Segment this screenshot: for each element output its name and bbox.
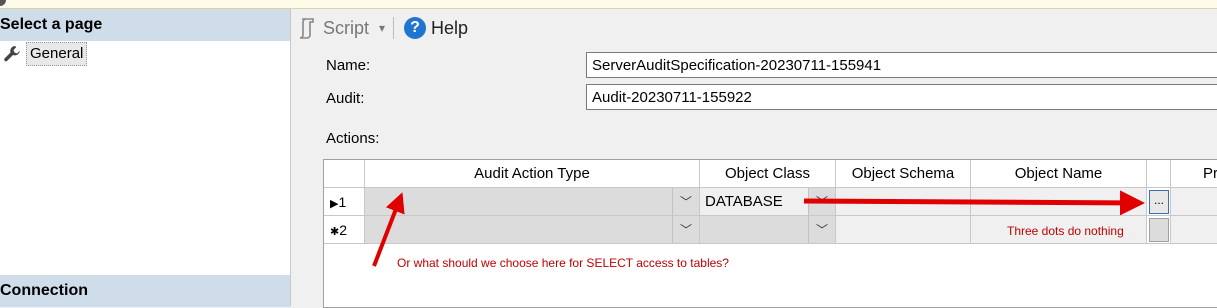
page-item-label: General [26,42,88,66]
header-browse [1147,160,1171,188]
header-principal[interactable]: Pr [1171,160,1217,188]
audit-field[interactable]: Audit-20230711-155922 [586,84,1217,110]
row-header-1[interactable]: ▶1 [324,188,365,216]
audit-action-type-combo[interactable]: ﹀ [365,216,700,244]
window-corner-icon [0,0,6,6]
script-label: Script [323,17,370,38]
header-object-class[interactable]: Object Class [700,160,836,188]
actions-grid: Audit Action Type Object Class Object Sc… [323,159,1217,308]
name-label: Name: [326,57,371,74]
object-class-combo[interactable]: DATABASE ﹀ [700,188,836,216]
script-button[interactable]: Script [291,17,375,39]
object-class-value: DATABASE [705,193,783,210]
browse-button[interactable] [1149,218,1169,242]
wrench-icon [4,46,20,62]
toolbar-separator [393,17,395,39]
principal-cell[interactable] [1171,188,1217,216]
new-row-marker-icon: ✱ [330,226,340,238]
browse-button[interactable]: ... [1149,190,1169,214]
name-field[interactable]: ServerAuditSpecification-20230711-155941 [586,52,1217,78]
connection-header: Connection [0,275,290,307]
help-button[interactable]: ? Help [398,17,474,39]
audit-action-type-combo[interactable]: ﹀ [365,188,700,216]
audit-label: Audit: [326,90,365,107]
object-name-cell[interactable] [971,188,1147,216]
object-class-combo[interactable]: ﹀ [700,216,836,244]
help-icon: ? [404,17,427,39]
title-strip [0,0,1217,9]
dots-annotation: Three dots do nothing [1007,224,1124,238]
row-number: 2 [339,222,348,238]
chevron-down-icon[interactable]: ﹀ [808,188,835,215]
object-schema-cell[interactable] [836,188,971,216]
browse-cell [1147,216,1171,244]
principal-cell[interactable] [1171,216,1217,244]
chevron-down-icon[interactable]: ﹀ [808,216,835,243]
page-item-general[interactable]: General [0,42,88,66]
script-dropdown-arrow[interactable]: ▾ [375,21,389,35]
row-header-2[interactable]: ✱2 [324,216,365,244]
header-audit-action-type[interactable]: Audit Action Type [365,160,700,188]
browse-cell: ... [1147,188,1171,216]
row-number: 1 [338,194,347,210]
script-icon [299,18,314,39]
header-object-name[interactable]: Object Name [971,160,1147,188]
toolbar: Script ▾ ? Help [291,13,474,43]
right-pane: Script ▾ ? Help Name: ServerAuditSpecifi… [291,9,1217,308]
select-annotation: Or what should we choose here for SELECT… [397,256,729,270]
object-schema-cell[interactable] [836,216,971,244]
select-page-header: Select a page [0,9,290,41]
actions-label: Actions: [326,130,380,147]
header-object-schema[interactable]: Object Schema [836,160,971,188]
help-label: Help [431,17,469,38]
grid-corner [324,160,365,188]
chevron-down-icon[interactable]: ﹀ [672,216,699,243]
chevron-down-icon[interactable]: ﹀ [672,188,699,215]
left-pane: Select a page General Connection [0,9,291,307]
